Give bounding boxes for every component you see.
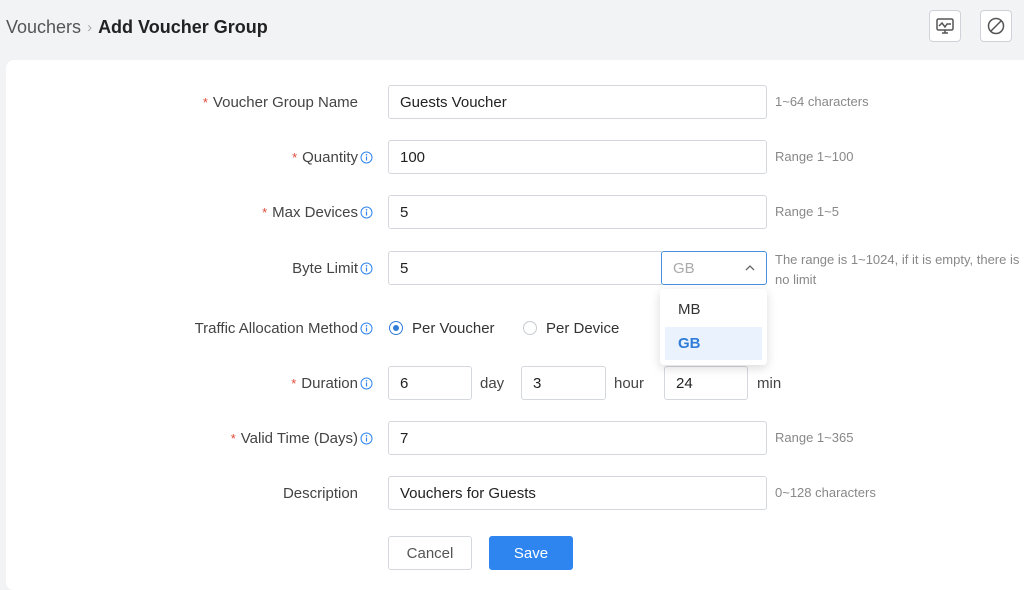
byte-limit-unit-value: GB [673, 259, 695, 277]
byte-limit-unit-dropdown: MB GB [660, 289, 767, 365]
byte-limit-label: Byte Limit [292, 251, 373, 285]
valid-time-input[interactable]: 7 [388, 421, 767, 455]
chevron-up-icon [745, 265, 755, 271]
required-asterisk: * [291, 375, 297, 391]
info-icon[interactable] [360, 262, 373, 275]
required-asterisk: * [262, 204, 268, 220]
description-hint: 0~128 characters [775, 485, 876, 500]
valid-time-label: * Valid Time (Days) [231, 421, 373, 455]
duration-hour-unit: hour [614, 374, 645, 392]
info-icon[interactable] [360, 206, 373, 219]
group-name-label: * Voucher Group Name [202, 93, 358, 111]
max-devices-hint: Range 1~5 [775, 204, 839, 219]
radio-per-device[interactable]: Per Device [523, 311, 619, 345]
info-icon[interactable] [360, 151, 373, 164]
breadcrumb-separator: › [87, 19, 93, 36]
monitor-chart-button[interactable] [929, 10, 961, 42]
quantity-label: * Quantity [292, 140, 373, 174]
save-button[interactable]: Save [489, 536, 573, 570]
dropdown-option-gb[interactable]: GB [665, 327, 762, 360]
group-name-hint: 1~64 characters [775, 94, 869, 109]
group-name-input[interactable]: Guests Voucher [388, 85, 767, 119]
duration-min-unit: min [757, 374, 782, 392]
duration-hour-input[interactable]: 3 [521, 366, 606, 400]
traffic-allocation-label: Traffic Allocation Method [195, 311, 373, 345]
byte-limit-hint: The range is 1~1024, if it is empty, the… [775, 252, 1020, 287]
no-sign-icon [987, 17, 1005, 35]
dropdown-option-mb[interactable]: MB [665, 293, 762, 326]
info-icon[interactable] [360, 432, 373, 445]
max-devices-input[interactable]: 5 [388, 195, 767, 229]
top-bar: Vouchers › Add Voucher Group [0, 0, 1024, 58]
radio-button[interactable] [523, 321, 537, 335]
byte-limit-input[interactable]: 5 [388, 251, 662, 285]
info-icon[interactable] [360, 322, 373, 335]
disable-button[interactable] [980, 10, 1012, 42]
required-asterisk: * [202, 94, 208, 110]
duration-label: * Duration [291, 366, 373, 400]
required-asterisk: * [292, 149, 298, 165]
description-input[interactable]: Vouchers for Guests [388, 476, 767, 510]
duration-day-input[interactable]: 6 [388, 366, 472, 400]
radio-button-selected[interactable] [389, 321, 403, 335]
monitor-chart-icon [936, 18, 954, 34]
quantity-input[interactable]: 100 [388, 140, 767, 174]
breadcrumb-vouchers-link[interactable]: Vouchers [6, 17, 81, 38]
valid-time-hint: Range 1~365 [775, 430, 854, 445]
description-label: Description [282, 484, 358, 502]
byte-limit-unit-select[interactable]: GB [661, 251, 767, 285]
max-devices-label: * Max Devices [262, 195, 373, 229]
page-title: Add Voucher Group [98, 17, 268, 37]
radio-per-voucher[interactable]: Per Voucher [389, 311, 495, 345]
quantity-hint: Range 1~100 [775, 149, 854, 164]
cancel-button[interactable]: Cancel [388, 536, 472, 570]
required-asterisk: * [230, 430, 236, 446]
duration-min-input[interactable]: 24 [664, 366, 748, 400]
duration-day-unit: day [480, 374, 505, 392]
breadcrumb: Vouchers › Add Voucher Group [6, 17, 268, 38]
info-icon[interactable] [360, 377, 373, 390]
